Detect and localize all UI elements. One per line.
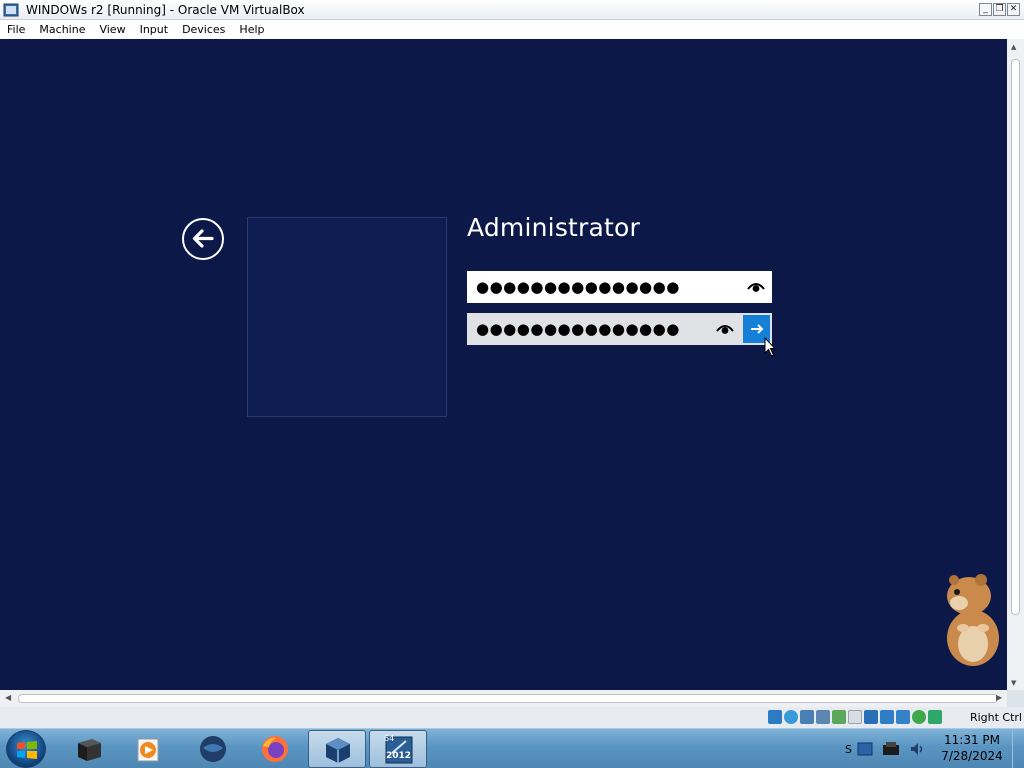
user-name: Administrator [467, 213, 641, 242]
cpu-icon[interactable] [896, 710, 910, 724]
media-player-icon [137, 738, 159, 762]
taskbar-app-globe[interactable] [184, 730, 242, 768]
start-button[interactable] [6, 730, 46, 768]
host-taskbar: 64 2012 S 11:31 PM 7/28/2024 [0, 728, 1024, 768]
clock-date: 7/28/2024 [941, 749, 1003, 763]
host-key-label[interactable]: Right Ctrl [970, 711, 1022, 724]
vm-status-bar: Right Ctrl [0, 707, 1024, 728]
network-icon[interactable] [816, 710, 830, 724]
clock-time: 11:31 PM [944, 733, 1000, 747]
firefox-icon [262, 736, 288, 762]
horizontal-scroll-thumb[interactable] [18, 694, 998, 703]
display-icon[interactable] [864, 710, 878, 724]
virtualbox-tray-icon[interactable] [878, 740, 904, 758]
menu-bar: File Machine View Input Devices Help [0, 20, 1024, 39]
user-picture-tile [247, 217, 447, 417]
server-bits-label: 64 [384, 734, 395, 743]
scroll-up-icon[interactable]: ▲ [1011, 43, 1016, 51]
new-password-input[interactable] [467, 271, 772, 303]
arrow-right-icon [751, 324, 764, 334]
confirm-password-field[interactable] [467, 313, 772, 345]
menu-machine[interactable]: Machine [32, 20, 92, 39]
horizontal-scrollbar[interactable]: ◀ ▶ [0, 690, 1007, 707]
shared-folders-icon[interactable] [848, 710, 862, 724]
keyboard-icon[interactable] [928, 710, 942, 724]
taskbar-app-firefox[interactable] [246, 730, 304, 768]
close-button[interactable]: ✕ [1007, 3, 1020, 16]
windows-logo-icon [17, 741, 37, 759]
menu-devices[interactable]: Devices [175, 20, 232, 39]
window-title-bar[interactable]: WINDOWs r2 [Running] - Oracle VM Virtual… [0, 0, 1024, 20]
recording-icon[interactable] [880, 710, 894, 724]
vertical-scrollbar[interactable]: ▲ ▼ [1007, 39, 1024, 690]
back-arrow-icon [192, 229, 214, 248]
network-tray-icon[interactable] [856, 740, 874, 758]
guest-display[interactable]: Administrator [0, 39, 1007, 690]
window-title: WINDOWs r2 [Running] - Oracle VM Virtual… [26, 3, 305, 17]
minimize-button[interactable]: _ [979, 3, 992, 16]
scroll-right-icon[interactable]: ▶ [996, 693, 1002, 702]
taskbar-app-windows-server[interactable]: 64 2012 [369, 730, 427, 768]
new-password-field[interactable] [467, 271, 772, 303]
menu-file[interactable]: File [0, 20, 32, 39]
tray-letter: S [845, 742, 852, 756]
black-box-app-icon [78, 739, 101, 761]
hamster-sticker-icon [947, 574, 999, 666]
back-button[interactable] [182, 218, 224, 260]
scroll-left-icon[interactable]: ◀ [5, 693, 11, 702]
server-version-label: 2012 [386, 751, 412, 761]
taskbar-app-media-player[interactable] [120, 730, 178, 768]
mouse-integration-icon[interactable] [912, 710, 926, 724]
mouse-pointer-icon [764, 337, 776, 357]
show-desktop-button[interactable] [1012, 729, 1024, 768]
scroll-down-icon[interactable]: ▼ [1011, 679, 1016, 687]
taskbar-app-black-box[interactable] [60, 730, 118, 768]
vertical-scroll-thumb[interactable] [1011, 59, 1020, 615]
globe-app-icon [200, 736, 226, 762]
restore-button[interactable]: ❐ [993, 3, 1006, 16]
eye-icon[interactable] [716, 322, 734, 336]
menu-input[interactable]: Input [133, 20, 175, 39]
clock[interactable]: 11:31 PM 7/28/2024 [940, 732, 1004, 764]
taskbar-app-virtualbox[interactable] [308, 730, 366, 768]
virtualbox-icon [326, 738, 350, 763]
virtualbox-app-icon [3, 3, 19, 17]
menu-view[interactable]: View [92, 20, 132, 39]
audio-icon[interactable] [800, 710, 814, 724]
menu-help[interactable]: Help [232, 20, 271, 39]
eye-icon[interactable] [747, 280, 765, 294]
hard-disk-icon[interactable] [768, 710, 782, 724]
usb-icon[interactable] [832, 710, 846, 724]
optical-drive-icon[interactable] [784, 710, 798, 724]
system-tray: S [845, 729, 926, 768]
volume-tray-icon[interactable] [908, 740, 926, 758]
